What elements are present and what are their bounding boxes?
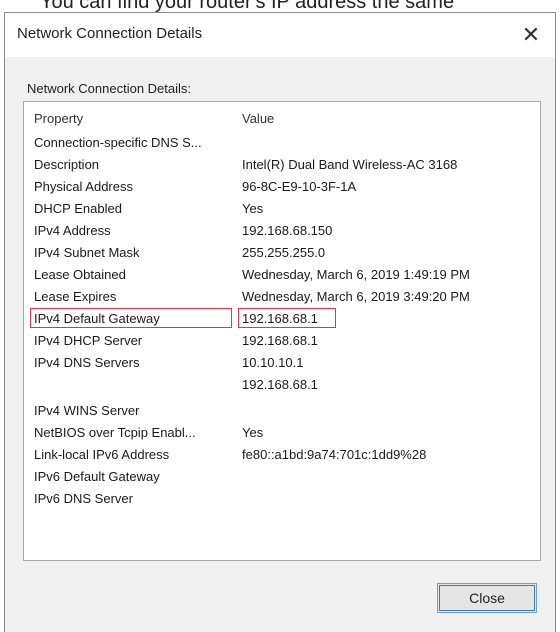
table-row[interactable]: Description Intel(R) Dual Band Wireless-… <box>24 154 540 176</box>
column-header-property[interactable]: Property <box>34 111 83 126</box>
column-header-value[interactable]: Value <box>242 111 274 126</box>
row-property: IPv6 Default Gateway <box>34 469 160 484</box>
row-property: IPv4 Subnet Mask <box>34 245 140 260</box>
table-row[interactable]: IPv4 Address 192.168.68.150 <box>24 220 540 242</box>
row-property: IPv6 DNS Server <box>34 491 133 506</box>
row-property: Lease Obtained <box>34 267 126 282</box>
row-value: Yes <box>242 425 264 440</box>
row-property: IPv4 Default Gateway <box>34 311 160 326</box>
row-value: Intel(R) Dual Band Wireless-AC 3168 <box>242 157 458 172</box>
group-label: Network Connection Details: <box>27 81 192 96</box>
close-icon[interactable]: ✕ <box>513 17 549 53</box>
background-page-text: You can find your router's IP address th… <box>0 0 560 12</box>
title-bar: Network Connection Details ✕ <box>5 13 555 57</box>
table-row[interactable]: Lease Expires Wednesday, March 6, 2019 3… <box>24 286 540 308</box>
row-value: 192.168.68.1 <box>242 311 318 326</box>
dialog-title: Network Connection Details <box>17 25 203 42</box>
row-property: NetBIOS over Tcpip Enabl... <box>34 425 196 440</box>
row-value: 96-8C-E9-10-3F-1A <box>242 179 357 194</box>
row-value: 192.168.68.1 <box>242 333 318 348</box>
network-connection-details-dialog: Network Connection Details ✕ Network Con… <box>4 12 556 632</box>
list-header: Property Value <box>24 108 540 130</box>
row-property: IPv4 DHCP Server <box>34 333 143 348</box>
table-row[interactable]: Connection-specific DNS S... <box>24 132 540 154</box>
table-row[interactable]: IPv4 DNS Servers 10.10.10.1 <box>24 352 540 374</box>
row-property: Description <box>34 157 100 172</box>
table-row[interactable]: IPv4 Subnet Mask 255.255.255.0 <box>24 242 540 264</box>
row-value: Yes <box>242 201 264 216</box>
table-row[interactable]: Link-local IPv6 Address fe80::a1bd:9a74:… <box>24 444 540 466</box>
table-row-highlighted[interactable]: IPv4 Default Gateway 192.168.68.1 <box>24 308 540 330</box>
row-value: 255.255.255.0 <box>242 245 326 260</box>
table-row[interactable]: NetBIOS over Tcpip Enabl... Yes <box>24 422 540 444</box>
row-property: Physical Address <box>34 179 133 194</box>
row-property: IPv4 WINS Server <box>34 403 140 418</box>
row-value: Wednesday, March 6, 2019 1:49:19 PM <box>242 267 470 282</box>
table-row[interactable]: DHCP Enabled Yes <box>24 198 540 220</box>
table-row[interactable]: IPv6 Default Gateway <box>24 466 540 488</box>
row-property: Connection-specific DNS S... <box>34 135 202 150</box>
row-value: Wednesday, March 6, 2019 3:49:20 PM <box>242 289 470 304</box>
table-row[interactable]: IPv4 WINS Server <box>24 400 540 422</box>
close-button-label: Close <box>469 590 505 606</box>
row-value: 192.168.68.1 <box>242 377 318 392</box>
table-row[interactable]: Physical Address 96-8C-E9-10-3F-1A <box>24 176 540 198</box>
table-row[interactable]: IPv4 DHCP Server 192.168.68.1 <box>24 330 540 352</box>
row-property: DHCP Enabled <box>34 201 122 216</box>
table-row[interactable]: Lease Obtained Wednesday, March 6, 2019 … <box>24 264 540 286</box>
background-text: You can find your router's IP address th… <box>40 0 455 12</box>
row-property: IPv4 DNS Servers <box>34 355 140 370</box>
table-row[interactable]: IPv6 DNS Server <box>24 488 540 510</box>
row-property: IPv4 Address <box>34 223 111 238</box>
row-value: 10.10.10.1 <box>242 355 304 370</box>
row-property: Link-local IPv6 Address <box>34 447 170 462</box>
row-value: 192.168.68.150 <box>242 223 333 238</box>
details-list[interactable]: Property Value Connection-specific DNS S… <box>23 101 541 561</box>
row-value: fe80::a1bd:9a74:701c:1dd9%28 <box>242 447 427 462</box>
row-property: Lease Expires <box>34 289 117 304</box>
close-button[interactable]: Close <box>437 583 537 613</box>
table-row[interactable]: 192.168.68.1 <box>24 374 540 396</box>
